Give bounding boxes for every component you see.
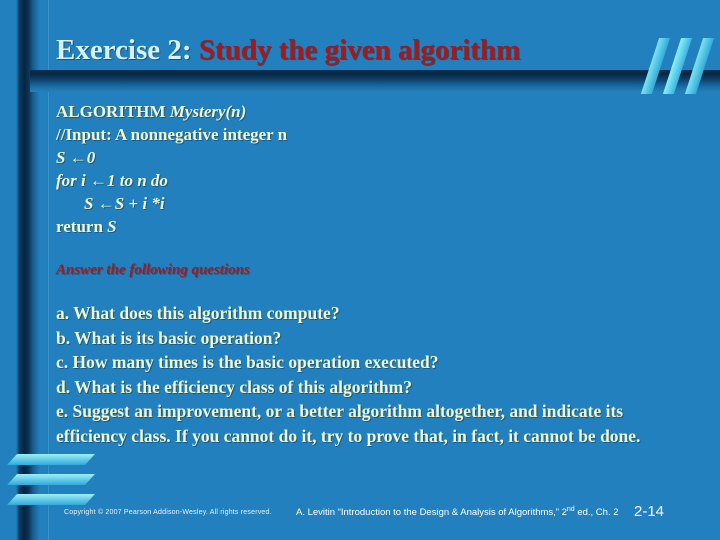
bar-3-icon — [7, 494, 95, 505]
title-accent-text: Study the given algorithm — [198, 34, 521, 66]
algorithm-line-2: //Input: A nonnegative integer n — [56, 125, 288, 144]
title-separator-bar-stub — [30, 70, 104, 92]
question-item-b: b. What is its basic operation? — [56, 327, 282, 348]
footer-copyright: Copyright © 2007 Pearson Addison-Wesley.… — [64, 509, 272, 516]
algorithm-line-5: S ←S + i *i — [56, 192, 696, 215]
algorithm-line-3: S ←0 — [56, 148, 96, 167]
algorithm-name: Mystery(n) — [169, 102, 247, 121]
algorithm-keyword: ALGORITHM — [56, 102, 166, 121]
three-slashes-icon — [640, 38, 720, 94]
page-number: 2-14 — [634, 503, 665, 520]
algorithm-line-1: ALGORITHM Mystery(n) — [56, 100, 696, 123]
question-item-d: d. What is the efficiency class of this … — [56, 376, 412, 397]
algorithm-line-6: return S — [56, 217, 117, 236]
question-item-c: c. How many times is the basic operation… — [56, 352, 439, 372]
answer-heading: Answer the following questions — [56, 262, 250, 278]
question-item-a: a. What does this algorithm compute? — [56, 303, 340, 323]
page-title: Exercise 2: Study the given algorithm — [56, 32, 656, 68]
question-list: a. What does this algorithm compute? b. … — [56, 301, 696, 448]
footer-citation-post: ed., Ch. 2 — [574, 507, 619, 519]
algorithm-line-4: for i ←1 to n do — [56, 171, 168, 190]
question-item-e: e. Suggest an improvement, or a better a… — [56, 401, 641, 446]
three-bars-icon — [7, 452, 95, 514]
footer-citation-pre: A. Levitin “Introduction to the Design &… — [296, 507, 567, 519]
bar-2-icon — [7, 474, 95, 485]
slide-canvas: Exercise 2: Study the given algorithm AL… — [0, 0, 720, 540]
slide-body: ALGORITHM Mystery(n) //Input: A nonnegat… — [56, 100, 696, 448]
title-separator-bar — [30, 70, 720, 92]
footer-citation-ordinal: nd — [566, 506, 575, 513]
algorithm-return-var: S — [107, 217, 117, 236]
algorithm-block: ALGORITHM Mystery(n) //Input: A nonnegat… — [56, 100, 696, 238]
footer-citation: A. Levitin “Introduction to the Design &… — [296, 506, 619, 518]
title-main-text: Exercise 2: — [56, 34, 192, 66]
algorithm-line-5-text: S ←S + i *i — [84, 194, 165, 213]
bar-1-icon — [7, 454, 95, 465]
